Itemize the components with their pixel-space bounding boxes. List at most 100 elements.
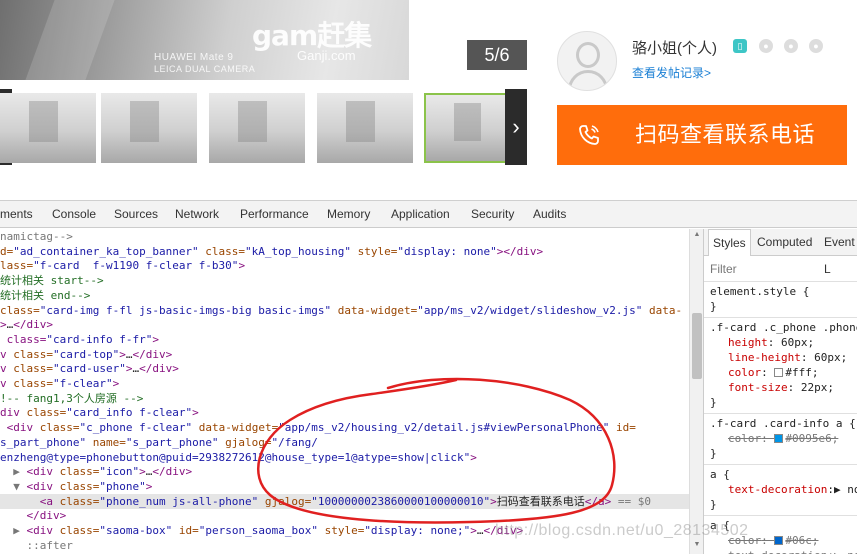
dom-node-line[interactable]: >…</div> [0,317,53,332]
tab-sources[interactable]: Sources [114,201,158,228]
tab-application[interactable]: Application [391,201,450,228]
thumbnail-image [28,101,58,142]
divider [704,464,857,465]
rule4-prop-text-decoration-overridden[interactable]: text-decoration:▶ no [728,548,857,554]
styles-tab-bar: Styles Computed Event L [704,229,857,276]
code-token: "card-img f-fl js-basic-imgs-big basic-i… [39,303,332,317]
dom-node-line[interactable]: <div class="c_phone f-clear" data-widget… [0,420,636,435]
code-token: </div> [0,509,67,523]
dom-node-line[interactable]: class="card-info f-fr"> [0,332,159,347]
element-style-rule[interactable]: element.style { [710,284,809,299]
dom-node-line[interactable]: !-- fang1,3个人房源 --> [0,391,143,406]
code-token: > [470,524,477,537]
code-token: > [470,450,477,464]
scan-call-button[interactable]: 扫码查看联系电话 [557,105,847,165]
dom-node-line[interactable]: div class="card_info f-clear"> [0,405,199,420]
code-token: "card_info f-clear" [66,406,193,420]
code-token: > [112,377,120,390]
tab-console[interactable]: Console [52,201,96,228]
post-history-link[interactable]: 查看发帖记录> [632,64,711,81]
thumbnail[interactable] [0,93,96,163]
divider [704,317,857,318]
credit-icon[interactable]: ● [784,39,798,53]
user-icon[interactable]: ● [809,39,823,53]
dom-node-line[interactable]: lass="f-card f-w1190 f-clear f-b30"> [0,258,245,273]
rule3-prop-text-decoration[interactable]: text-decoration:▶ no [728,482,857,497]
thumbnail[interactable] [317,93,413,163]
tab-security[interactable]: Security [471,201,514,228]
code-token: "icon" [99,465,140,479]
main-listing-photo[interactable]: gam赶集 Ganji.com HUAWEI Mate 9 LEICA DUAL… [0,0,409,80]
code-token: "person_saoma_box" [198,524,318,537]
code-token: "f-clear" [53,377,113,390]
scroll-thumb[interactable] [692,313,702,379]
thumbnail-image [345,101,375,142]
color-swatch[interactable] [774,434,784,443]
dom-node-line[interactable]: ::after [0,538,73,553]
rule1-prop-height[interactable]: height: 60px; [728,335,814,350]
rule1-prop-line-height[interactable]: line-height: 60px; [728,350,847,365]
avatar-body-icon [568,70,608,90]
code-token: gjalog= [258,494,312,508]
rule2-prop-color-overridden[interactable]: color: #0095e6; [728,431,838,446]
styles-filter-input[interactable]: Filter [710,262,737,276]
dom-node-line[interactable]: v class="card-top">…</div> [0,347,172,362]
dom-node-line[interactable]: ▶ <div class="icon">…</div> [0,464,192,479]
dom-node-line[interactable]: 统计相关 end--> [0,288,90,303]
code-token: </div> [13,318,53,332]
rule2-selector[interactable]: .f-card .card-info a { [710,416,856,431]
code-token: "ad_container_ka_top_banner" [13,244,199,258]
tab-elements[interactable]: ments [0,201,33,228]
dom-node-line[interactable]: s_part_phone" name="s_part_phone" gjalog… [0,435,318,450]
code-token: > [152,332,159,346]
dom-node-selected[interactable]: <a class="phone_num js-all-phone" gjalog… [0,493,689,509]
code-token: "saoma-box" [99,524,173,537]
dom-node-line[interactable]: v class="card-user">…</div> [0,361,179,376]
code-token: class= [13,377,53,390]
avatar[interactable] [557,31,617,91]
dom-node-line[interactable]: class="card-img f-fl js-basic-imgs-big b… [0,303,682,318]
dom-node-line[interactable]: d="ad_container_ka_top_banner" class="kA… [0,244,543,259]
tab-styles[interactable]: Styles [708,229,751,256]
code-token: s_part_phone" [0,435,87,449]
tab-audits[interactable]: Audits [533,201,566,228]
code-token: 扫码查看联系电话 [496,494,585,508]
code-token: > [119,347,126,361]
dom-node-line[interactable]: 统计相关 start--> [0,273,104,288]
tab-memory[interactable]: Memory [327,201,370,228]
dom-node-line[interactable]: enzheng@type=phonebutton@puid=2938272612… [0,450,477,465]
dom-node-line[interactable]: namictag--> [0,229,73,244]
dom-tree[interactable]: namictag--> d="ad_container_ka_top_banner… [0,229,689,554]
dom-node-line[interactable]: ▼ <div class="phone"> [0,479,152,494]
dom-node-line[interactable]: v class="f-clear"> [0,376,119,391]
code-token: "/fang/ [271,435,318,449]
thumbnail-strip: ‹ › [0,89,527,165]
tab-network[interactable]: Network [175,201,219,228]
thumbnail[interactable] [209,93,305,163]
rule-close: } [710,300,717,313]
tab-computed[interactable]: Computed [757,229,812,256]
next-thumbnail-arrow[interactable]: › [505,89,527,165]
scroll-down-icon[interactable]: ▼ [693,541,701,548]
code-token: ::after [0,538,73,552]
rule1-prop-font-size[interactable]: font-size: 22px; [728,380,834,395]
wechat-icon[interactable]: ● [759,39,773,53]
devtools-tab-bar: ments Console Sources Network Performanc… [0,201,857,228]
color-swatch[interactable] [774,536,784,545]
code-token: class= [39,421,80,435]
rule1-selector[interactable]: .f-card .c_phone .phone [710,320,857,335]
code-token: v [0,362,14,376]
tab-event-listeners[interactable]: Event L [824,229,857,276]
dom-node-line[interactable]: ▶ <div class="saoma-box" id="person_saom… [0,523,523,538]
rule1-prop-color[interactable]: color: #fff; [728,365,819,380]
tab-performance[interactable]: Performance [240,201,309,228]
avatar-head-icon [576,42,600,68]
thumbnail[interactable] [101,93,197,163]
code-token: "c_phone f-clear" [79,421,193,435]
dom-node-line[interactable]: </div> [0,508,66,523]
scroll-up-icon[interactable]: ▲ [693,231,701,238]
dom-scrollbar[interactable]: ▲ ▼ [689,229,703,554]
color-swatch[interactable] [774,368,784,377]
phone-verified-icon[interactable]: ▯ [733,39,747,53]
rule3-selector[interactable]: a { [710,467,730,482]
